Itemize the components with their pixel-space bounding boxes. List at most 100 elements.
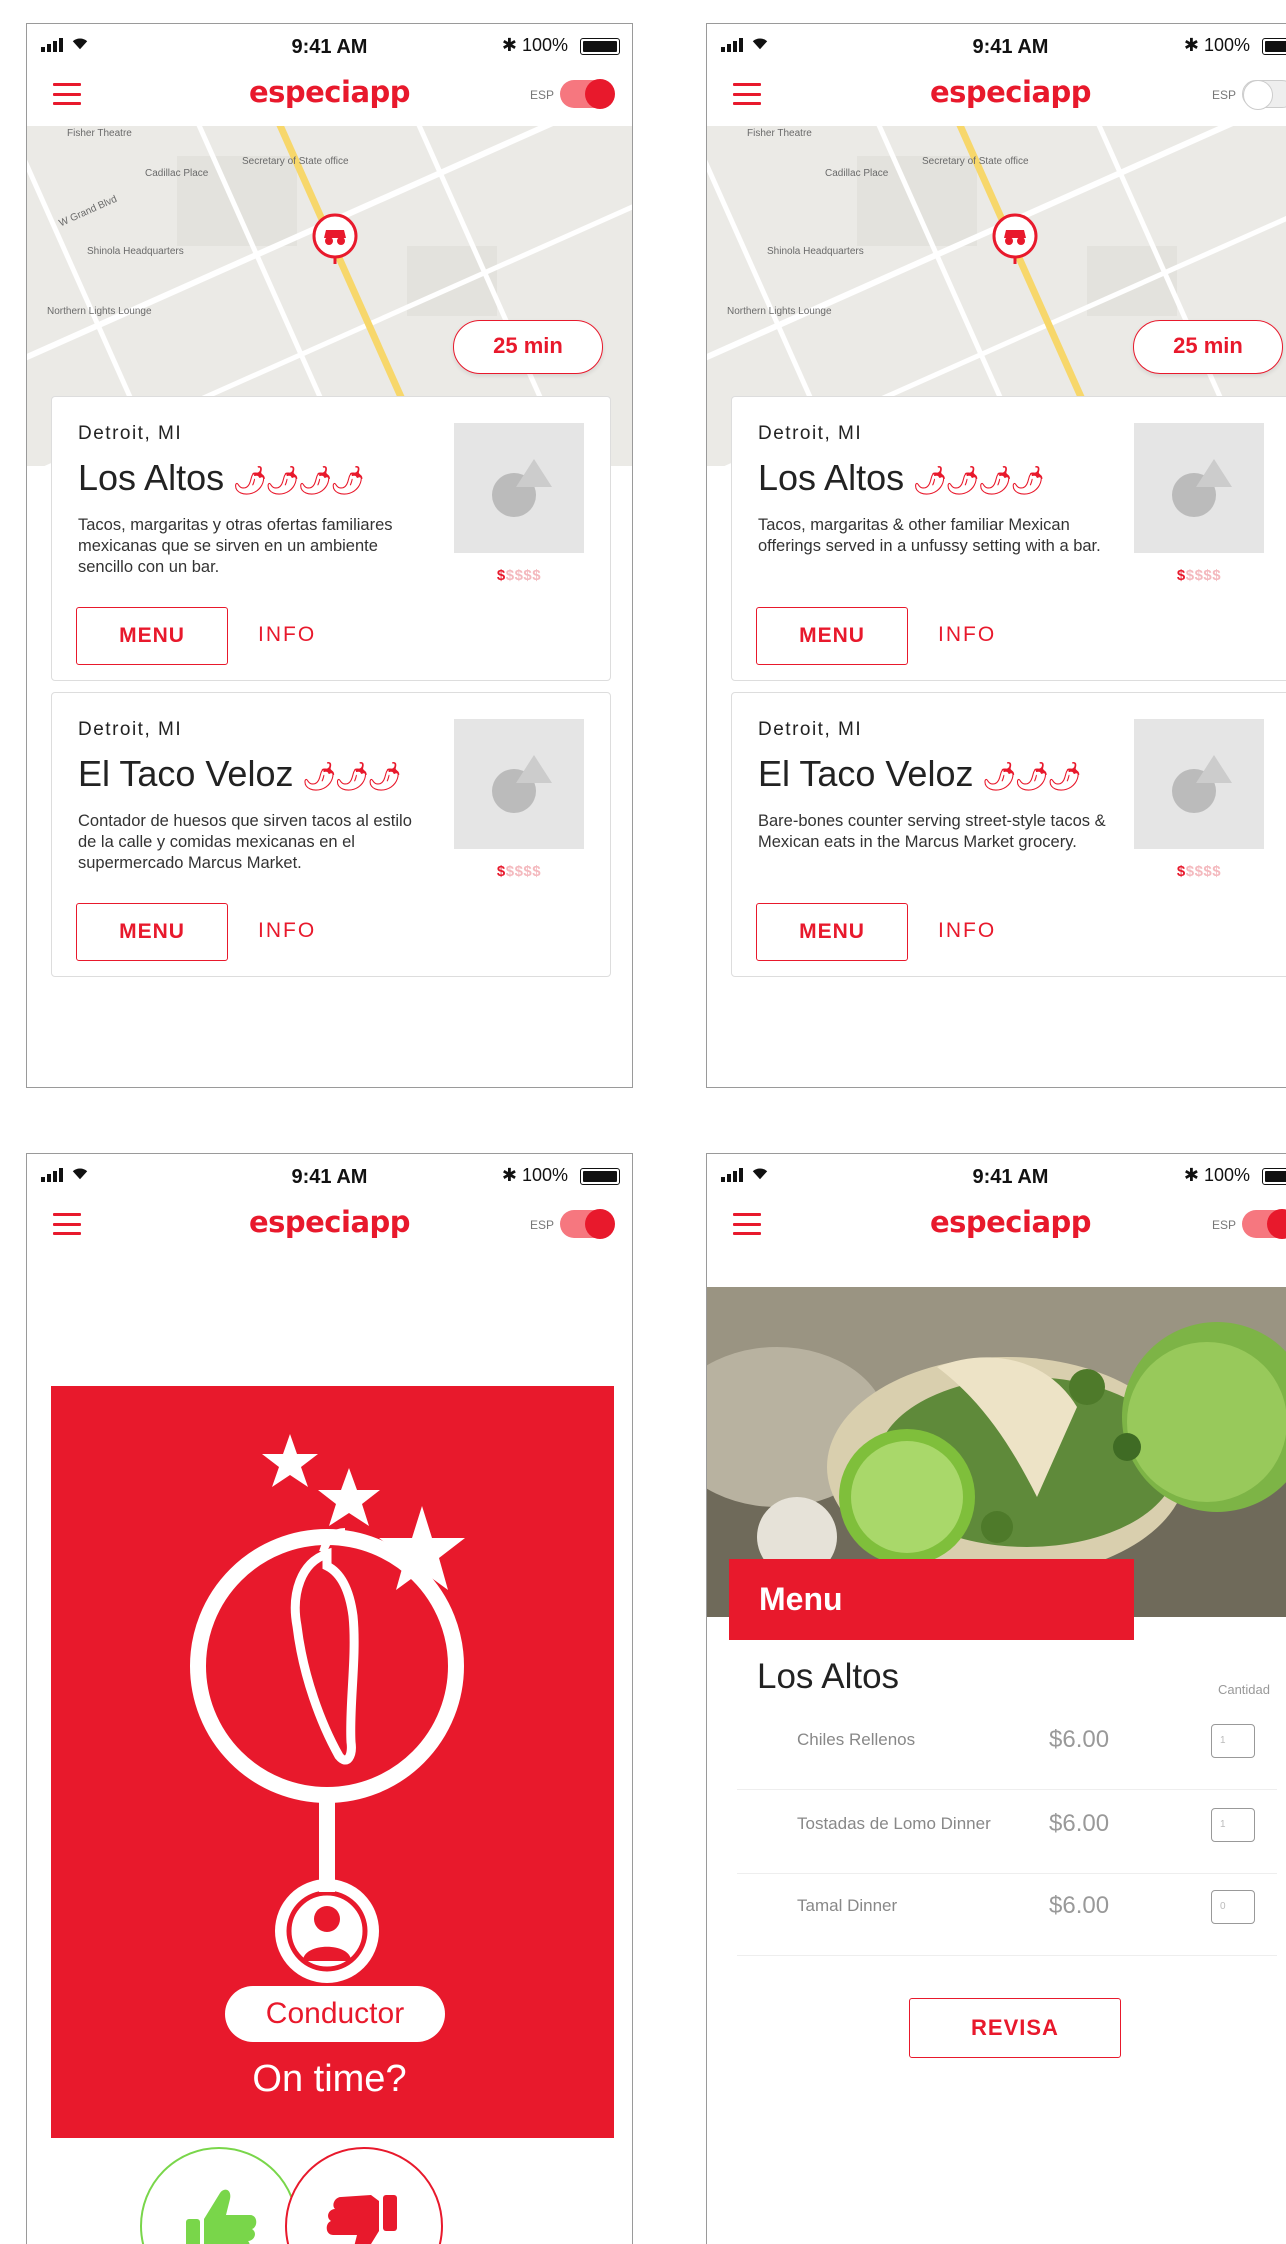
star-icon xyxy=(318,1468,380,1526)
question-text: On time? xyxy=(252,2058,407,2100)
restaurant-city: Detroit, MI xyxy=(758,719,863,740)
image-placeholder-icon xyxy=(492,459,552,517)
map-label: Cadillac Place xyxy=(825,168,889,179)
image-placeholder xyxy=(454,423,584,553)
restaurant-description: Bare-bones counter serving street-style … xyxy=(758,812,1106,851)
menu-item-price: $6.00 xyxy=(1049,1726,1110,1753)
star-icon xyxy=(262,1434,318,1487)
chili-rating-icon: 🌶🌶🌶 xyxy=(981,761,1082,792)
chili-rating-icon: 🌶🌶🌶🌶 xyxy=(912,465,1045,496)
menu-button[interactable]: MENU xyxy=(756,607,908,665)
menu-button[interactable]: MENU xyxy=(756,903,908,961)
language-label: ESP xyxy=(529,1218,554,1232)
language-toggle[interactable] xyxy=(560,1209,615,1239)
menu-item-price: $6.00 xyxy=(1049,1892,1110,1919)
quantity-input[interactable]: 1 xyxy=(1211,1724,1255,1758)
map-label: Secretary of State office xyxy=(242,156,349,167)
language-toggle[interactable] xyxy=(1242,80,1286,110)
image-placeholder xyxy=(1134,719,1264,849)
bluetooth-battery-text: ✱ 100% xyxy=(501,35,568,55)
status-bar: 9:41 AM ✱ 100% xyxy=(27,1154,632,1192)
restaurant-card[interactable]: Detroit, MI Los Altos 🌶🌶🌶🌶 Tacos, margari… xyxy=(51,396,611,681)
map-label: Northern Lights Lounge xyxy=(47,306,152,317)
status-bar: 9:41 AM ✱ 100% xyxy=(707,1154,1286,1192)
screen-restaurants-en: 9:41 AM ✱ 100% especiapp ESP Fisher Thea… xyxy=(706,23,1286,1088)
restaurant-city: Detroit, MI xyxy=(78,423,183,444)
map-label: Fisher Theatre xyxy=(67,128,132,139)
battery-icon xyxy=(580,38,620,55)
menu-button[interactable]: MENU xyxy=(76,607,228,665)
image-placeholder xyxy=(454,719,584,849)
restaurant-card[interactable]: Detroit, MI Los Altos 🌶🌶🌶🌶 Tacos, margari… xyxy=(731,396,1286,681)
screen-driver-rating: 9:41 AM ✱ 100% especiapp ESP Conductor O… xyxy=(26,1153,633,2244)
app-bar: especiapp ESP xyxy=(27,62,632,126)
price-rating: $$$$$ xyxy=(496,863,542,880)
bluetooth-battery-text: ✱ 100% xyxy=(1183,35,1250,55)
menu-item-price: $6.00 xyxy=(1049,1810,1110,1837)
restaurant-name: Los Altos 🌶🌶🌶🌶 xyxy=(78,457,365,498)
screen-menu-order: 9:41 AM ✱ 100% especiapp ESP Menu Los Al… xyxy=(706,1153,1286,2244)
restaurant-description: Contador de huesos que sirven tacos al e… xyxy=(78,812,412,872)
review-button[interactable]: REVISA xyxy=(909,1998,1121,2058)
battery-icon xyxy=(1262,38,1286,55)
price-rating: $$$$$ xyxy=(1176,863,1222,880)
status-bar: 9:41 AM ✱ 100% xyxy=(707,24,1286,62)
image-placeholder-icon xyxy=(1172,459,1232,517)
car-pin-icon xyxy=(992,213,1038,264)
chili-rating-icon: 🌶🌶🌶 xyxy=(301,761,402,792)
restaurant-name: Los Altos xyxy=(757,1657,900,1696)
app-bar: especiapp ESP xyxy=(707,1192,1286,1256)
eta-badge[interactable]: 25 min xyxy=(453,320,603,374)
info-link[interactable]: INFO xyxy=(258,623,316,647)
menu-item-row: Chiles Rellenos $6.00 1 xyxy=(737,1706,1277,1790)
map-label: Cadillac Place xyxy=(145,168,209,179)
quantity-input[interactable]: 1 xyxy=(1211,1808,1255,1842)
language-toggle[interactable] xyxy=(1242,1209,1286,1239)
chili-icon xyxy=(290,1547,359,1765)
image-placeholder xyxy=(1134,423,1264,553)
price-rating: $$$$$ xyxy=(1176,567,1222,584)
info-link[interactable]: INFO xyxy=(938,623,996,647)
restaurant-card[interactable]: Detroit, MI El Taco Veloz 🌶🌶🌶 Bare-bones … xyxy=(731,692,1286,977)
language-toggle[interactable] xyxy=(560,79,615,109)
eta-badge[interactable]: 25 min xyxy=(1133,320,1283,374)
app-bar: especiapp ESP xyxy=(707,62,1286,126)
menu-item-row: Tamal Dinner $6.00 0 xyxy=(737,1872,1277,1956)
language-label: ESP xyxy=(1211,88,1236,102)
map-label: W Grand Blvd xyxy=(57,193,119,230)
driver-avatar-icon xyxy=(314,1906,340,1932)
menu-item-name: Tamal Dinner xyxy=(797,1896,898,1915)
screen-restaurants-es: 9:41 AM ✱ 100% especiapp ESP Fisher Thea… xyxy=(26,23,633,1088)
battery-icon xyxy=(580,1168,620,1185)
quantity-input[interactable]: 0 xyxy=(1211,1890,1255,1924)
bluetooth-battery-text: ✱ 100% xyxy=(1183,1165,1250,1185)
map-label: Shinola Headquarters xyxy=(767,246,864,257)
driver-label: Conductor xyxy=(225,1986,445,2042)
menu-item-name: Tostadas de Lomo Dinner xyxy=(797,1814,991,1833)
app-logo: especiapp xyxy=(929,1205,1092,1239)
info-link[interactable]: INFO xyxy=(938,919,996,943)
restaurant-name: Los Altos 🌶🌶🌶🌶 xyxy=(758,457,1045,498)
restaurant-card[interactable]: Detroit, MI El Taco Veloz 🌶🌶🌶 Contador de… xyxy=(51,692,611,977)
thumbs-up-icon xyxy=(186,2189,257,2244)
restaurant-description: Tacos, margaritas y otras ofertas famili… xyxy=(78,516,393,576)
chili-rating-icon: 🌶🌶🌶🌶 xyxy=(232,465,365,496)
thumbs-down-button[interactable] xyxy=(285,2147,443,2244)
restaurant-description: Tacos, margaritas & other familiar Mexic… xyxy=(758,516,1101,555)
menu-item-row: Tostadas de Lomo Dinner $6.00 1 xyxy=(737,1790,1277,1874)
restaurant-city: Detroit, MI xyxy=(78,719,183,740)
battery-icon xyxy=(1262,1168,1286,1185)
restaurant-city: Detroit, MI xyxy=(758,423,863,444)
language-label: ESP xyxy=(529,88,554,102)
menu-button[interactable]: MENU xyxy=(76,903,228,961)
restaurant-name: El Taco Veloz 🌶🌶🌶 xyxy=(758,753,1082,794)
image-placeholder-icon xyxy=(492,755,552,813)
thumbs-up-button[interactable] xyxy=(140,2147,298,2244)
info-link[interactable]: INFO xyxy=(258,919,316,943)
menu-item-name: Chiles Rellenos xyxy=(797,1730,916,1749)
car-pin-icon xyxy=(312,213,358,264)
bluetooth-battery-text: ✱ 100% xyxy=(501,1165,568,1185)
status-bar: 9:41 AM ✱ 100% xyxy=(27,24,632,62)
app-bar: especiapp ESP xyxy=(27,1192,632,1256)
map-label: Northern Lights Lounge xyxy=(727,306,832,317)
